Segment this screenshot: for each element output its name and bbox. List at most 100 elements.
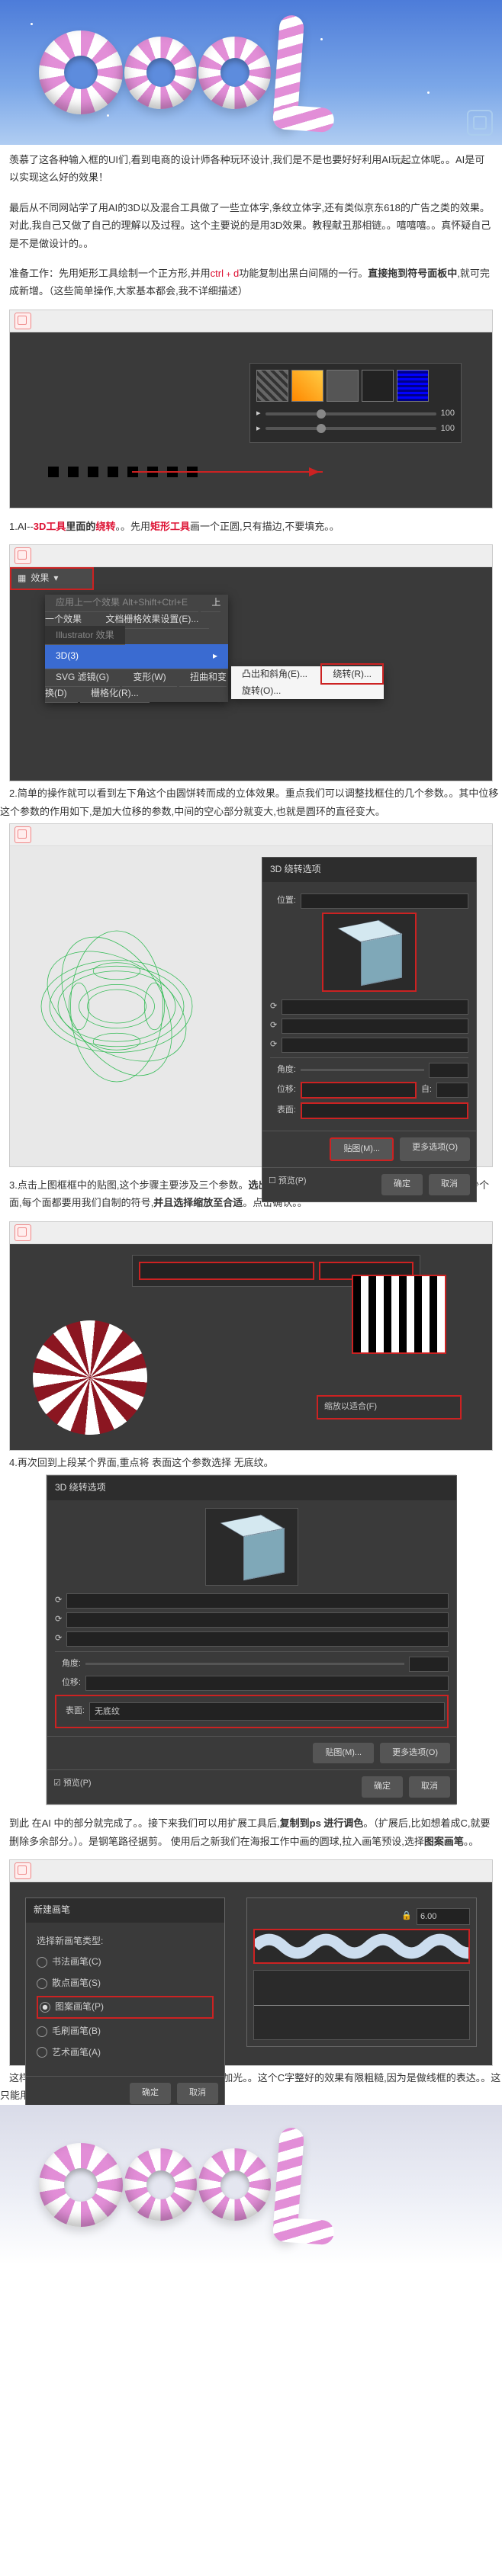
app-logo-icon	[14, 1862, 31, 1879]
offset-input[interactable]	[85, 1676, 449, 1691]
letter-o1	[124, 2148, 197, 2221]
surface-select[interactable]	[301, 1102, 468, 1119]
axis-icon: ⟳	[55, 1593, 62, 1609]
app-logo-icon	[14, 1224, 31, 1241]
ok-button[interactable]: 确定	[381, 1174, 423, 1195]
dialog-subtitle: 选择新画笔类型:	[37, 1936, 103, 1946]
angle-slider[interactable]	[85, 1663, 404, 1665]
red-arrow	[132, 471, 323, 473]
footer-banner	[0, 2105, 502, 2265]
cancel-button[interactable]: 取消	[409, 1776, 450, 1798]
panel-title: 3D 绕转选项	[55, 1480, 106, 1497]
pattern-brush-panel[interactable]: 🔒 6.00	[246, 1898, 477, 2047]
submenu-rotate[interactable]: 旋转(O)...	[231, 682, 291, 700]
angle-slider[interactable]	[301, 1069, 424, 1071]
intro-para-2: 最后从不同网站学了用AI的3D以及混合工具做了一些立体字,条纹立体字,还有类似京…	[0, 193, 502, 258]
menu-item-3d[interactable]: 3D(3)▸	[45, 644, 228, 669]
radio-calligraphic[interactable]: 书法画笔(C)	[37, 1954, 214, 1971]
rotation-cube[interactable]	[322, 913, 417, 992]
ok-button[interactable]: 确定	[362, 1776, 403, 1798]
more-options-button[interactable]: 更多选项(O)	[380, 1743, 450, 1764]
rot-x-input[interactable]	[66, 1593, 449, 1609]
rot-z-input[interactable]	[66, 1631, 449, 1647]
ok-button[interactable]: 确定	[130, 2083, 171, 2104]
revolve-options-panel[interactable]: 3D 绕转选项 位置: ⟳ ⟳ ⟳ 角度: 位移:自: 表面: 贴图(M)...…	[262, 857, 477, 1202]
intro-para-1: 羡慕了这各种输入框的UI们,看到电商的设计师各种玩环设计,我们是不是也要好好利用…	[0, 145, 502, 193]
map-art-button[interactable]: 贴图(M)...	[313, 1743, 374, 1764]
cancel-button[interactable]: 取消	[429, 1174, 470, 1195]
symbol-thumb[interactable]	[256, 370, 288, 402]
intro-para-3: 准备工作：先用矩形工具绘制一个正方形,并用ctrl﹢d功能复制出黑白间隔的一行。…	[0, 258, 502, 306]
hero-banner	[0, 0, 502, 145]
step5-text: 到此 在AI 中的部分就完成了。。接下来我们可以用扩展工具后,复制到ps 进行调…	[0, 1808, 502, 1856]
surface-select[interactable]: 无底纹	[89, 1702, 445, 1721]
app-logo-icon	[14, 547, 31, 564]
figure-map-art: 缩放以适合(F)	[9, 1221, 493, 1451]
figure-surface-none: 3D 绕转选项 ⟳ ⟳ ⟳ 角度: 位移: 表面:无底纹 贴图(M)... 更多…	[46, 1474, 456, 1805]
rotation-cube[interactable]	[205, 1508, 298, 1586]
watermark-icon	[467, 110, 493, 136]
rot-x-input[interactable]	[282, 999, 468, 1015]
brush-graph[interactable]	[253, 1970, 470, 2040]
cool-3d-text-footer	[38, 2128, 301, 2242]
radio-bristle[interactable]: 毛刷画笔(B)	[37, 2023, 214, 2040]
figure-3d-revolve-panel: 3D 绕转选项 位置: ⟳ ⟳ ⟳ 角度: 位移:自: 表面: 贴图(M)...…	[9, 823, 493, 1167]
step1-text: 1.AI--3D工具里面的绕转。。先用矩形工具画一个正圆,只有描边,不要填充。。	[0, 512, 502, 541]
opacity-row[interactable]: ▸100	[256, 406, 455, 422]
map-art-button[interactable]: 贴图(M)...	[330, 1137, 394, 1162]
effect-menu[interactable]: 应用上一个效果 Alt+Shift+Ctrl+E 上一个效果 文档栅格效果设置(…	[45, 595, 228, 702]
more-options-button[interactable]: 更多选项(O)	[400, 1137, 470, 1162]
torus-wireframe	[33, 922, 201, 1090]
symbol-thumb[interactable]	[397, 370, 429, 402]
brush-preview-strip	[253, 1929, 470, 1964]
axis-icon: ⟳	[270, 999, 277, 1015]
flow-row[interactable]: ▸100	[256, 422, 455, 437]
symbol-select[interactable]	[139, 1262, 314, 1280]
rot-y-input[interactable]	[282, 1019, 468, 1034]
grid-icon: ▦	[18, 570, 26, 587]
cancel-button[interactable]: 取消	[177, 2083, 218, 2104]
figure-new-brush: 新建画笔 选择新画笔类型: 书法画笔(C) 散点画笔(S) 图案画笔(P) 毛刷…	[9, 1859, 493, 2066]
stripe-symbol-preview	[352, 1275, 446, 1354]
scale-input[interactable]: 6.00	[417, 1908, 470, 1925]
cool-3d-text	[38, 15, 301, 130]
symbol-thumb[interactable]	[362, 370, 394, 402]
step4-text: 4.再次回到上段某个界面,重点将 表面这个参数选择 无底纹。	[0, 1451, 283, 1474]
radio-art[interactable]: 艺术画笔(A)	[37, 2045, 214, 2061]
letter-o2	[198, 2148, 271, 2221]
panel-title: 3D 绕转选项	[270, 861, 321, 878]
rot-y-input[interactable]	[66, 1612, 449, 1628]
scale-to-fit-option[interactable]: 缩放以适合(F)	[317, 1395, 462, 1420]
3d-submenu[interactable]: 凸出和斜角(E)... 绕转(R)... 旋转(O)...	[231, 666, 384, 699]
submenu-revolve[interactable]: 绕转(R)...	[320, 663, 384, 685]
angle-input[interactable]	[429, 1063, 468, 1078]
letter-o2	[198, 37, 271, 109]
from-input[interactable]	[436, 1083, 468, 1098]
position-select[interactable]	[301, 893, 468, 909]
letter-l	[272, 14, 304, 130]
radio-scatter[interactable]: 散点画笔(S)	[37, 1975, 214, 1992]
radio-pattern[interactable]: 图案画笔(P)	[37, 1996, 214, 2019]
app-logo-icon	[14, 313, 31, 329]
axis-icon: ⟳	[55, 1631, 62, 1647]
pinwheel-result	[28, 1315, 153, 1439]
axis-icon: ⟳	[270, 1019, 277, 1034]
letter-o1	[124, 37, 197, 109]
step2-text: 2.简单的操作就可以看到左下角这个由圆饼转而成的立体效果。重点我们可以调整找框住…	[0, 781, 498, 823]
symbol-thumb[interactable]	[291, 370, 323, 402]
angle-input[interactable]	[409, 1657, 449, 1672]
menu-effect[interactable]: ▦效果▾	[10, 567, 94, 590]
chevron-down-icon: ▾	[53, 570, 58, 587]
menu-item[interactable]: 栅格化(R)...	[80, 684, 150, 703]
lock-icon: 🔒	[401, 1909, 412, 1924]
submenu-extrude[interactable]: 凸出和斜角(E)...	[231, 665, 318, 683]
figure-symbol-panel: ▸100 ▸100	[9, 310, 493, 508]
letter-c	[39, 30, 123, 114]
rot-z-input[interactable]	[282, 1038, 468, 1053]
dialog-title: 新建画笔	[34, 1902, 70, 1919]
new-brush-dialog[interactable]: 新建画笔 选择新画笔类型: 书法画笔(C) 散点画笔(S) 图案画笔(P) 毛刷…	[25, 1898, 225, 2111]
symbol-thumb[interactable]	[327, 370, 359, 402]
revolve-options-panel-2[interactable]: 3D 绕转选项 ⟳ ⟳ ⟳ 角度: 位移: 表面:无底纹 贴图(M)... 更多…	[47, 1475, 457, 1804]
symbol-panel[interactable]: ▸100 ▸100	[249, 363, 462, 444]
offset-input[interactable]	[301, 1082, 417, 1099]
